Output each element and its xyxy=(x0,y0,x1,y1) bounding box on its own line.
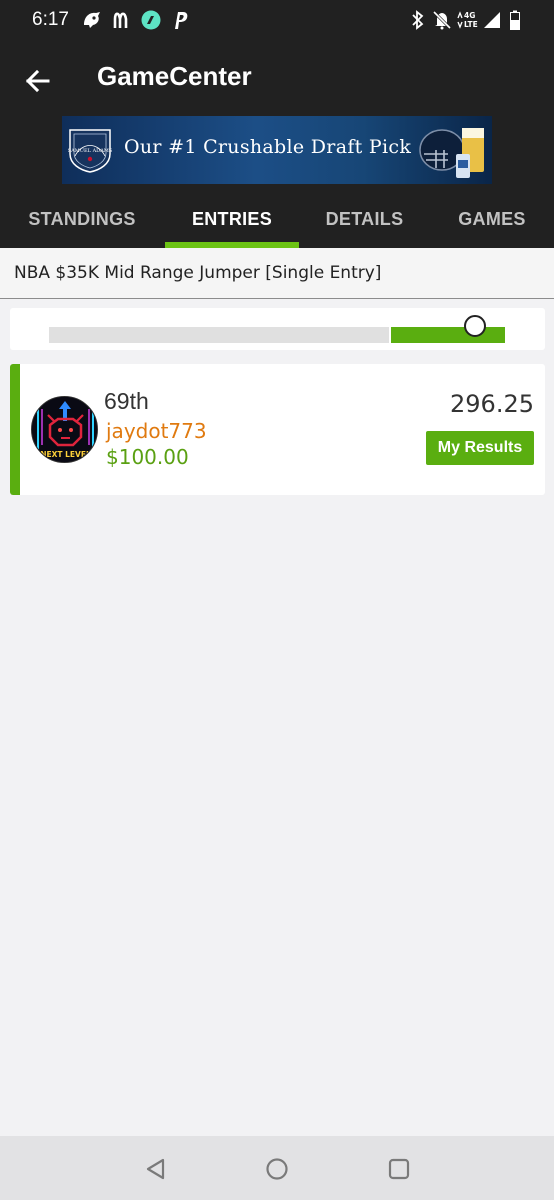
tab-details[interactable]: DETAILS xyxy=(299,191,430,248)
progress-card xyxy=(10,308,545,350)
recents-square-icon[interactable] xyxy=(386,1156,412,1182)
progress-thumb[interactable] xyxy=(464,315,486,337)
battery-icon xyxy=(508,9,522,31)
entry-rank: 69th xyxy=(104,388,149,414)
helmet-icon xyxy=(419,128,484,178)
brand-logo-text: SAMUEL ADAMS xyxy=(68,148,113,154)
status-bar: 6:17 4G LTE xyxy=(0,0,554,41)
bluetooth-icon xyxy=(410,9,426,31)
back-triangle-icon[interactable] xyxy=(143,1156,169,1182)
svg-text:LTE: LTE xyxy=(464,20,478,29)
progress-fill xyxy=(391,327,505,343)
progress-track xyxy=(49,327,389,343)
mcdonalds-icon xyxy=(112,9,134,31)
entry-prize: $100.00 xyxy=(106,445,189,469)
app-bar: GameCenter SAMUEL ADAMS Our #1 Crushable… xyxy=(0,41,554,248)
page-title: GameCenter xyxy=(97,61,252,91)
home-circle-icon[interactable] xyxy=(264,1156,290,1182)
system-nav-bar xyxy=(0,1136,554,1200)
entry-username[interactable]: jaydot773 xyxy=(106,419,207,443)
back-arrow-icon[interactable] xyxy=(20,63,56,99)
tab-games[interactable]: GAMES xyxy=(430,191,554,248)
ad-banner[interactable]: SAMUEL ADAMS Our #1 Crushable Draft Pick xyxy=(62,116,492,184)
entry-accent-bar xyxy=(10,364,20,495)
signal-icon xyxy=(482,9,502,31)
ad-text: Our #1 Crushable Draft Pick xyxy=(124,136,412,158)
entry-card[interactable]: NEXT LEVEL 69th jaydot773 $100.00 296.25… xyxy=(10,364,545,495)
svg-text:4G: 4G xyxy=(464,11,475,20)
mute-icon xyxy=(432,9,452,31)
tab-bar: STANDINGS ENTRIES DETAILS GAMES xyxy=(0,191,554,248)
brand-logo: SAMUEL ADAMS xyxy=(68,129,113,173)
tab-standings[interactable]: STANDINGS xyxy=(0,191,164,248)
app-icon xyxy=(80,9,104,31)
contest-header: NBA $35K Mid Range Jumper [Single Entry] xyxy=(0,248,554,299)
avatar-text: NEXT LEVEL xyxy=(40,450,91,459)
robinhood-icon xyxy=(140,9,162,31)
status-time: 6:17 xyxy=(32,9,69,30)
entry-score: 296.25 xyxy=(450,390,534,418)
contest-title: NBA $35K Mid Range Jumper [Single Entry] xyxy=(14,263,382,283)
network-label: 4G LTE xyxy=(456,9,482,31)
tab-entries[interactable]: ENTRIES xyxy=(165,191,299,248)
my-results-button[interactable]: My Results xyxy=(426,431,534,465)
avatar: NEXT LEVEL xyxy=(31,396,98,463)
paypal-icon xyxy=(170,9,190,31)
